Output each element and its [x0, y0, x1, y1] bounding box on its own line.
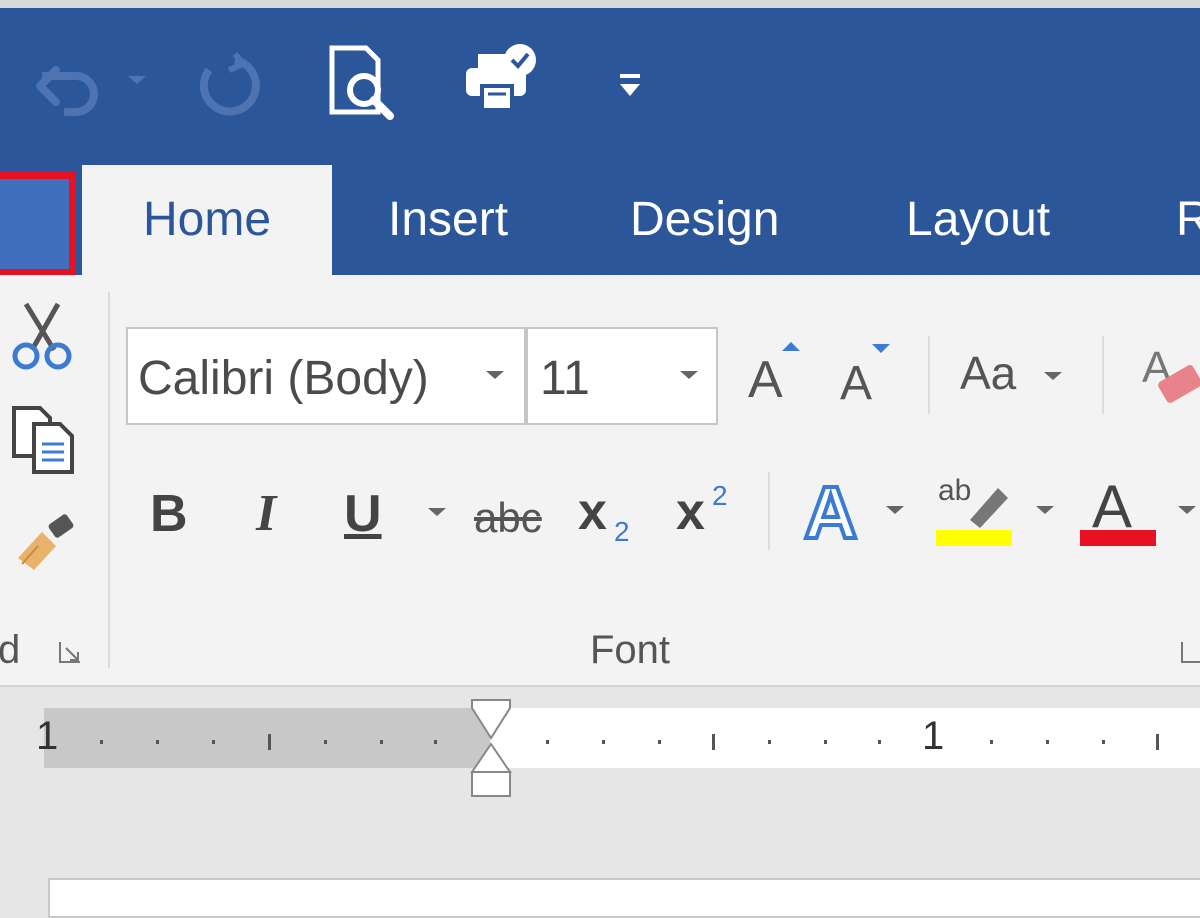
format-painter-icon[interactable]: [12, 512, 78, 574]
text-effects-dropdown-icon[interactable]: [886, 506, 904, 514]
window-top-edge: [0, 0, 1200, 8]
clear-formatting-icon[interactable]: A: [1140, 342, 1200, 412]
tab-insert[interactable]: Insert: [388, 165, 508, 275]
font-dialog-launcher-icon[interactable]: [1180, 640, 1200, 666]
tab-home[interactable]: Home: [82, 165, 332, 277]
document-page[interactable]: [48, 878, 1200, 918]
superscript-digit: 2: [712, 480, 728, 511]
font-size-dropdown-icon[interactable]: [680, 371, 698, 379]
font-name-value: Calibri (Body): [138, 352, 429, 405]
superscript-button[interactable]: x 2: [676, 480, 746, 552]
font-color-button[interactable]: A: [1080, 472, 1160, 552]
print-preview-icon[interactable]: [326, 44, 400, 120]
quick-access-toolbar: [0, 0, 1200, 165]
group-separator: [1102, 336, 1104, 414]
tab-layout[interactable]: Layout: [906, 165, 1050, 275]
strikethrough-button[interactable]: abc: [474, 494, 542, 542]
change-case-button[interactable]: Aa: [960, 346, 1072, 406]
group-separator: [928, 336, 930, 414]
clipboard-group-label: d: [0, 628, 21, 672]
svg-text:A: A: [804, 471, 857, 554]
customize-toolbar-icon[interactable]: [618, 72, 644, 100]
redo-icon[interactable]: [195, 52, 261, 118]
increase-arrow-icon: [782, 342, 800, 351]
font-name-dropdown-icon[interactable]: [486, 371, 504, 379]
superscript-base: x: [676, 483, 705, 541]
clipboard-dialog-launcher-icon[interactable]: [58, 640, 86, 666]
shrink-font-label: A: [840, 357, 873, 410]
copy-icon[interactable]: [10, 404, 76, 474]
highlight-button[interactable]: ab: [936, 474, 1016, 550]
bold-button[interactable]: B: [150, 484, 188, 544]
tab-design[interactable]: Design: [630, 165, 779, 275]
undo-dropdown-icon[interactable]: [128, 76, 146, 84]
underline-dropdown-icon[interactable]: [428, 508, 446, 516]
shrink-font-button[interactable]: A: [838, 338, 898, 410]
undo-icon[interactable]: [30, 50, 100, 120]
font-group-label: Font: [590, 628, 671, 672]
tab-references[interactable]: R: [1176, 165, 1200, 275]
ruler-ticks: [0, 708, 1200, 768]
quick-print-icon[interactable]: [462, 42, 542, 114]
font-name-combobox[interactable]: Calibri (Body): [126, 327, 526, 425]
underline-button[interactable]: U: [344, 484, 382, 544]
font-size-value: 11: [540, 352, 590, 405]
file-tab[interactable]: [0, 172, 76, 276]
font-color-dropdown-icon[interactable]: [1178, 506, 1196, 514]
change-case-dropdown-icon[interactable]: [1044, 372, 1062, 380]
cut-icon[interactable]: [10, 300, 76, 372]
change-case-label: Aa: [960, 347, 1017, 399]
group-separator: [108, 292, 110, 668]
subscript-base: x: [578, 483, 607, 541]
indent-marker-icon[interactable]: [470, 698, 512, 800]
grow-font-button[interactable]: A: [746, 338, 806, 409]
group-separator: [768, 472, 770, 550]
decrease-arrow-icon: [872, 344, 890, 353]
italic-button[interactable]: I: [256, 484, 276, 543]
highlight-color-bar: [936, 530, 1012, 546]
grow-font-label: A: [748, 351, 783, 409]
font-size-combobox[interactable]: 11: [526, 327, 718, 425]
subscript-button[interactable]: x 2: [578, 482, 648, 552]
subscript-digit: 2: [614, 516, 630, 547]
font-color-bar: [1080, 530, 1156, 546]
highlight-dropdown-icon[interactable]: [1036, 506, 1054, 514]
text-effects-button[interactable]: A: [802, 469, 874, 556]
